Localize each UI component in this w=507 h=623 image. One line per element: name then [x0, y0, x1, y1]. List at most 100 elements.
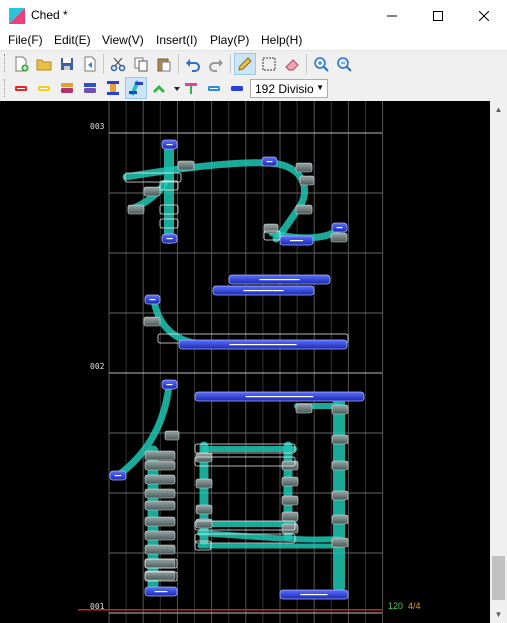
slide-step-note[interactable] — [143, 186, 161, 197]
slide-step-note[interactable] — [295, 403, 313, 414]
paste-icon[interactable] — [153, 53, 175, 75]
slide-step-note[interactable] — [195, 518, 213, 529]
undo-icon[interactable] — [182, 53, 204, 75]
zoom-in-icon[interactable] — [310, 53, 332, 75]
time-signature-label: 4/4 — [408, 601, 421, 611]
damage-note-icon[interactable] — [79, 77, 101, 99]
score-canvas[interactable]: 003 002 001 120 4/4 — [0, 101, 490, 623]
tap-note-mark[interactable] — [154, 591, 168, 593]
app-icon — [8, 7, 26, 25]
slide-step-note[interactable] — [144, 450, 176, 461]
slide-path — [116, 381, 173, 478]
slide-step-note[interactable] — [299, 175, 315, 186]
menu-play[interactable]: Play(P) — [210, 33, 249, 47]
tap-note-mark[interactable] — [289, 240, 304, 242]
air-action-icon[interactable] — [180, 77, 202, 99]
hold-note-icon[interactable] — [102, 77, 124, 99]
maximize-button[interactable] — [415, 0, 461, 31]
scroll-thumb[interactable] — [492, 556, 505, 600]
new-file-icon[interactable] — [10, 53, 32, 75]
slide-step-note[interactable] — [281, 476, 299, 487]
select-icon[interactable] — [258, 53, 280, 75]
menu-file[interactable]: File(F) — [8, 33, 43, 47]
open-folder-icon[interactable] — [33, 53, 55, 75]
tap-note-mark[interactable] — [229, 344, 297, 346]
menu-view[interactable]: View(V) — [102, 33, 144, 47]
slide-step-note[interactable] — [195, 478, 213, 489]
slide-step-note[interactable] — [127, 204, 145, 215]
measure-label: 003 — [90, 122, 105, 131]
scroll-up-icon[interactable]: ▲ — [490, 101, 507, 118]
tap-note-mark[interactable] — [166, 238, 173, 240]
tap-note-mark[interactable] — [300, 594, 328, 596]
slide-step-note[interactable] — [195, 452, 213, 463]
slide-step-note[interactable] — [164, 430, 180, 441]
tap-note-mark[interactable] — [149, 299, 156, 301]
title-bar: Ched * — [0, 0, 507, 31]
zoom-out-icon[interactable] — [333, 53, 355, 75]
slide-step-note[interactable] — [263, 223, 279, 234]
tap-note-mark[interactable] — [336, 227, 343, 229]
tap-note-mark[interactable] — [266, 161, 273, 163]
slide-step-note[interactable] — [143, 316, 161, 327]
cut-icon[interactable] — [107, 53, 129, 75]
slide-step-note[interactable] — [281, 523, 299, 534]
slide-step-note[interactable] — [281, 460, 299, 471]
pencil-icon[interactable] — [234, 53, 256, 75]
slide-step-note[interactable] — [195, 504, 213, 515]
save-icon[interactable] — [56, 53, 78, 75]
slide-step-note[interactable] — [144, 544, 176, 555]
slide-step-note[interactable] — [295, 162, 313, 173]
tap-note-icon[interactable] — [10, 77, 32, 99]
tap-note-mark[interactable] — [259, 279, 300, 281]
score-svg[interactable] — [0, 101, 490, 623]
slide-step-note[interactable] — [144, 488, 176, 499]
minimize-button[interactable] — [369, 0, 415, 31]
extap-note-icon[interactable] — [33, 77, 55, 99]
tap-note-mark[interactable] — [166, 384, 173, 386]
slide-step-note[interactable] — [295, 204, 313, 215]
slide-step-note[interactable] — [331, 460, 349, 471]
measure-label: 001 — [90, 602, 105, 611]
vertical-scrollbar[interactable]: ▲ ▼ — [490, 101, 507, 623]
slide-step-note[interactable] — [144, 558, 176, 569]
division-select[interactable]: 192 Divisio ▼ — [250, 79, 328, 98]
slide-step-note[interactable] — [281, 495, 299, 506]
slide-note-icon[interactable] — [125, 77, 147, 99]
tap-note-mark[interactable] — [243, 290, 284, 292]
tap-note-mark[interactable] — [245, 396, 314, 398]
menu-bar: File(F) Edit(E) View(V) Insert(I) Play(P… — [0, 31, 507, 50]
eraser-icon[interactable] — [281, 53, 303, 75]
slide-step-note[interactable] — [281, 511, 299, 522]
slide-step-note[interactable] — [144, 474, 176, 485]
flick-note-icon[interactable] — [56, 77, 78, 99]
close-button[interactable] — [461, 0, 507, 31]
redo-icon[interactable] — [205, 53, 227, 75]
slide-step-note[interactable] — [331, 404, 349, 415]
slide-step-note[interactable] — [144, 516, 176, 527]
slide-step-note[interactable] — [331, 490, 349, 501]
slide-step-note[interactable] — [330, 232, 348, 243]
playhead-line — [78, 609, 382, 611]
scroll-down-icon[interactable]: ▼ — [490, 606, 507, 623]
toolbar-grip[interactable] — [4, 79, 7, 97]
slide-step-note[interactable] — [331, 537, 349, 548]
measure-label: 002 — [90, 362, 105, 371]
menu-help[interactable]: Help(H) — [261, 33, 302, 47]
menu-insert[interactable]: Insert(I) — [156, 33, 197, 47]
copy-icon[interactable] — [130, 53, 152, 75]
slide-step-note[interactable] — [144, 460, 176, 471]
tap-note-mark[interactable] — [114, 475, 122, 477]
export-icon[interactable] — [79, 53, 101, 75]
slide-step-note[interactable] — [331, 434, 349, 445]
menu-edit[interactable]: Edit(E) — [54, 33, 91, 47]
slide-end-icon[interactable] — [226, 77, 248, 99]
slide-step-note[interactable] — [177, 160, 195, 171]
window-title: Ched * — [31, 8, 68, 22]
tap-note-mark[interactable] — [166, 144, 173, 146]
slide-step-note[interactable] — [144, 530, 176, 541]
slide-step-note[interactable] — [331, 514, 349, 525]
slide-step-note[interactable] — [144, 500, 176, 511]
toolbar-grip[interactable] — [4, 54, 7, 72]
slide-step-icon[interactable] — [203, 77, 225, 99]
